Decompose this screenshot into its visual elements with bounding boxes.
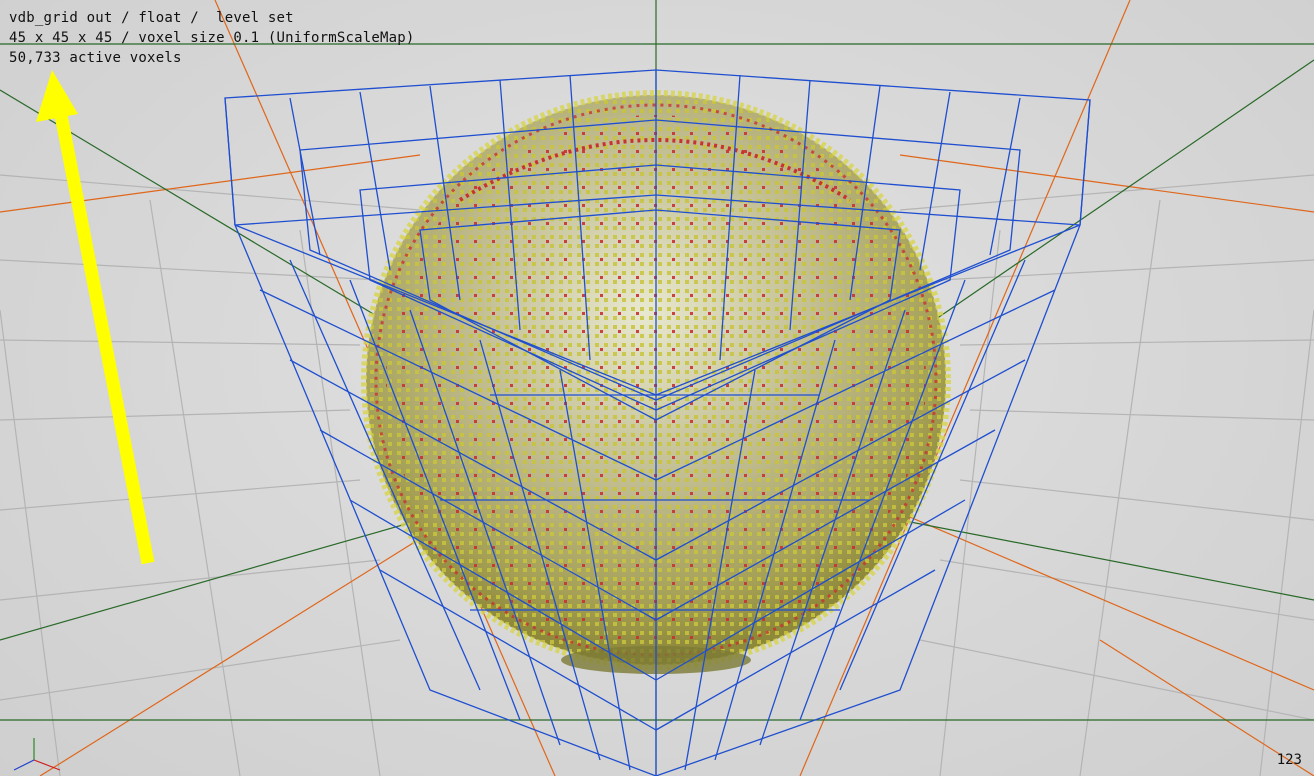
axis-gizmo-icon bbox=[13, 738, 61, 771]
3d-viewport[interactable]: vdb_grid out / float / level set 45 x 45… bbox=[0, 0, 1314, 776]
viewport-number: 123 bbox=[1276, 752, 1302, 768]
viewport-scene[interactable] bbox=[0, 0, 1314, 776]
grid-name-label: vdb_grid out / float / level set bbox=[9, 10, 294, 26]
grid-resolution-label: 45 x 45 x 45 / voxel size 0.1 (UniformSc… bbox=[9, 30, 415, 46]
active-voxels-label: 50,733 active voxels bbox=[9, 50, 182, 66]
annotation-arrow bbox=[36, 70, 155, 565]
